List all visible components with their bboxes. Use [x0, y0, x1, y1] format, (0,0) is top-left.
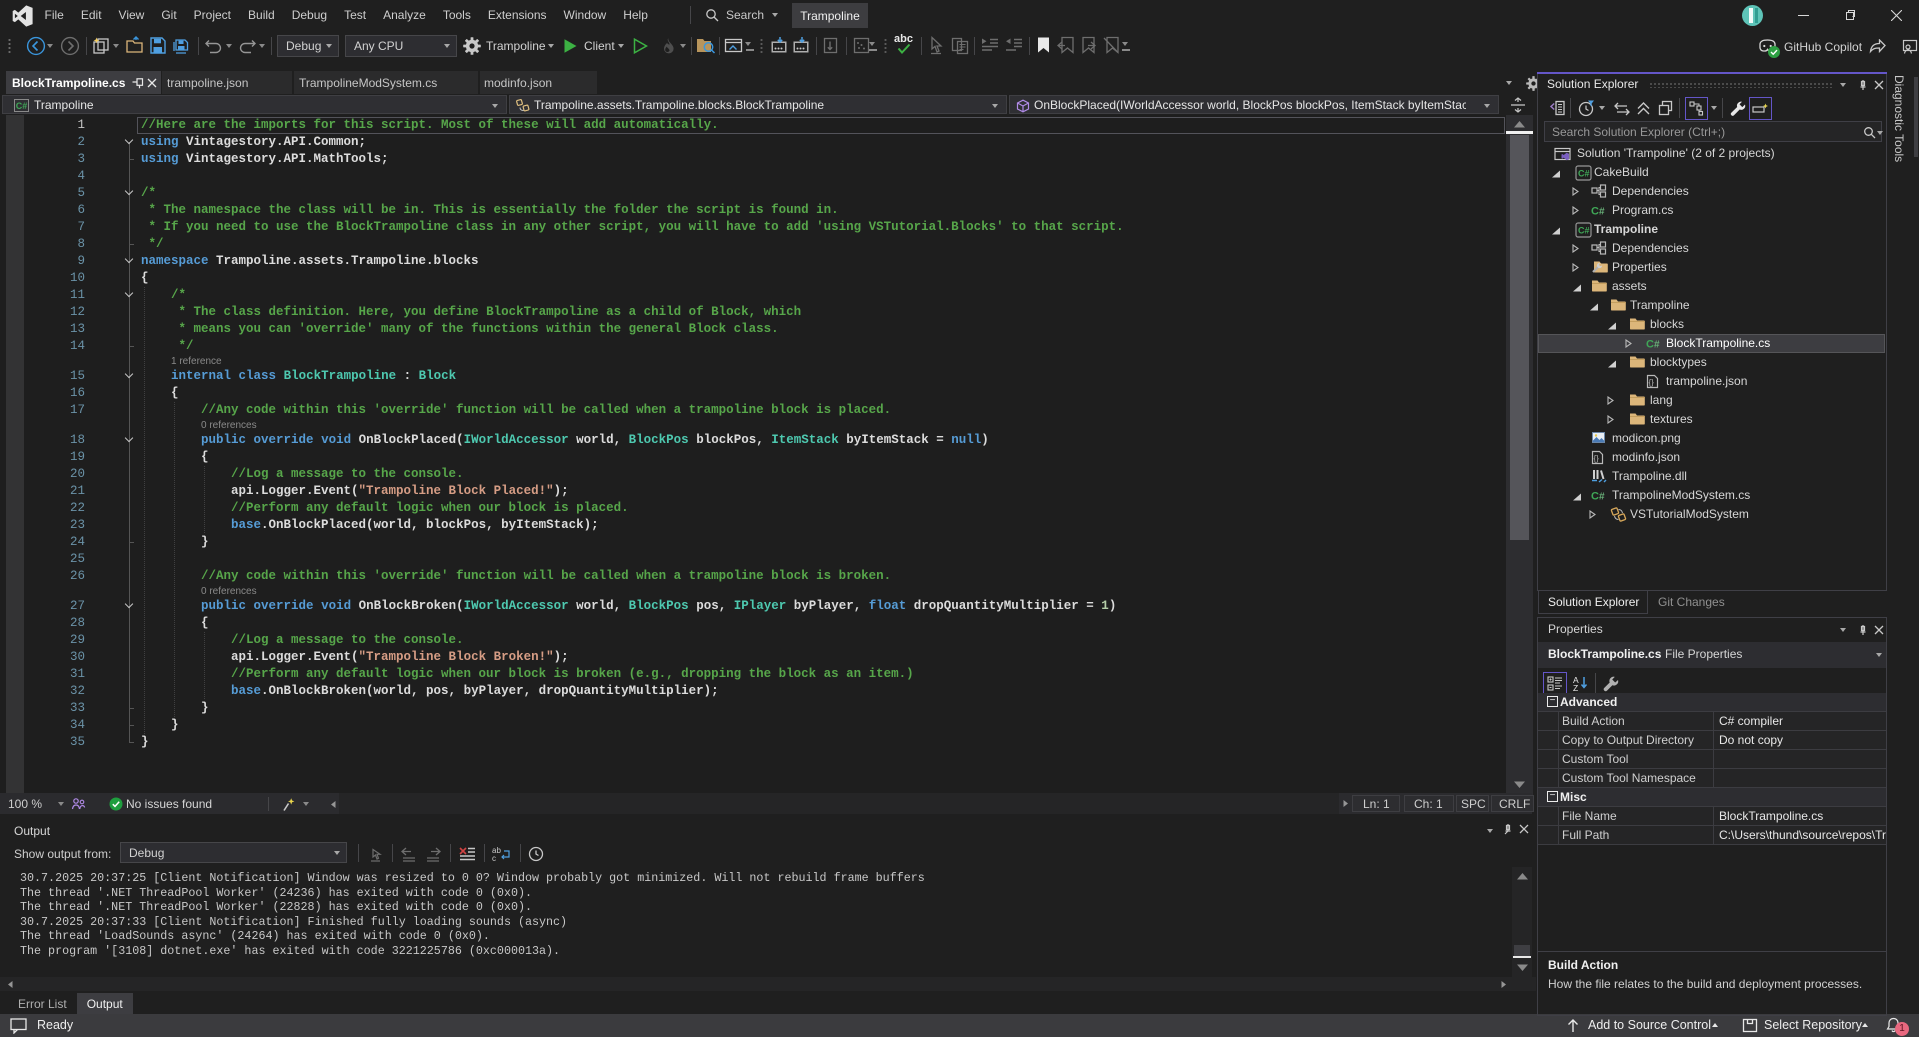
svg-text:#: #: [1599, 207, 1605, 218]
svg-text:#: #: [1654, 340, 1660, 351]
svg-text:{}: {}: [1649, 378, 1655, 387]
svg-text:C#: C#: [1578, 226, 1590, 236]
svg-text:C: C: [1591, 206, 1599, 218]
svg-text:{}: {}: [1594, 454, 1600, 463]
svg-text:C: C: [1646, 339, 1654, 351]
svg-text:#: #: [1599, 492, 1605, 503]
svg-text:Z: Z: [1573, 683, 1578, 692]
svg-text:C: C: [1591, 491, 1599, 503]
svg-text:c: c: [492, 854, 496, 863]
svg-text:C#: C#: [1578, 169, 1590, 179]
